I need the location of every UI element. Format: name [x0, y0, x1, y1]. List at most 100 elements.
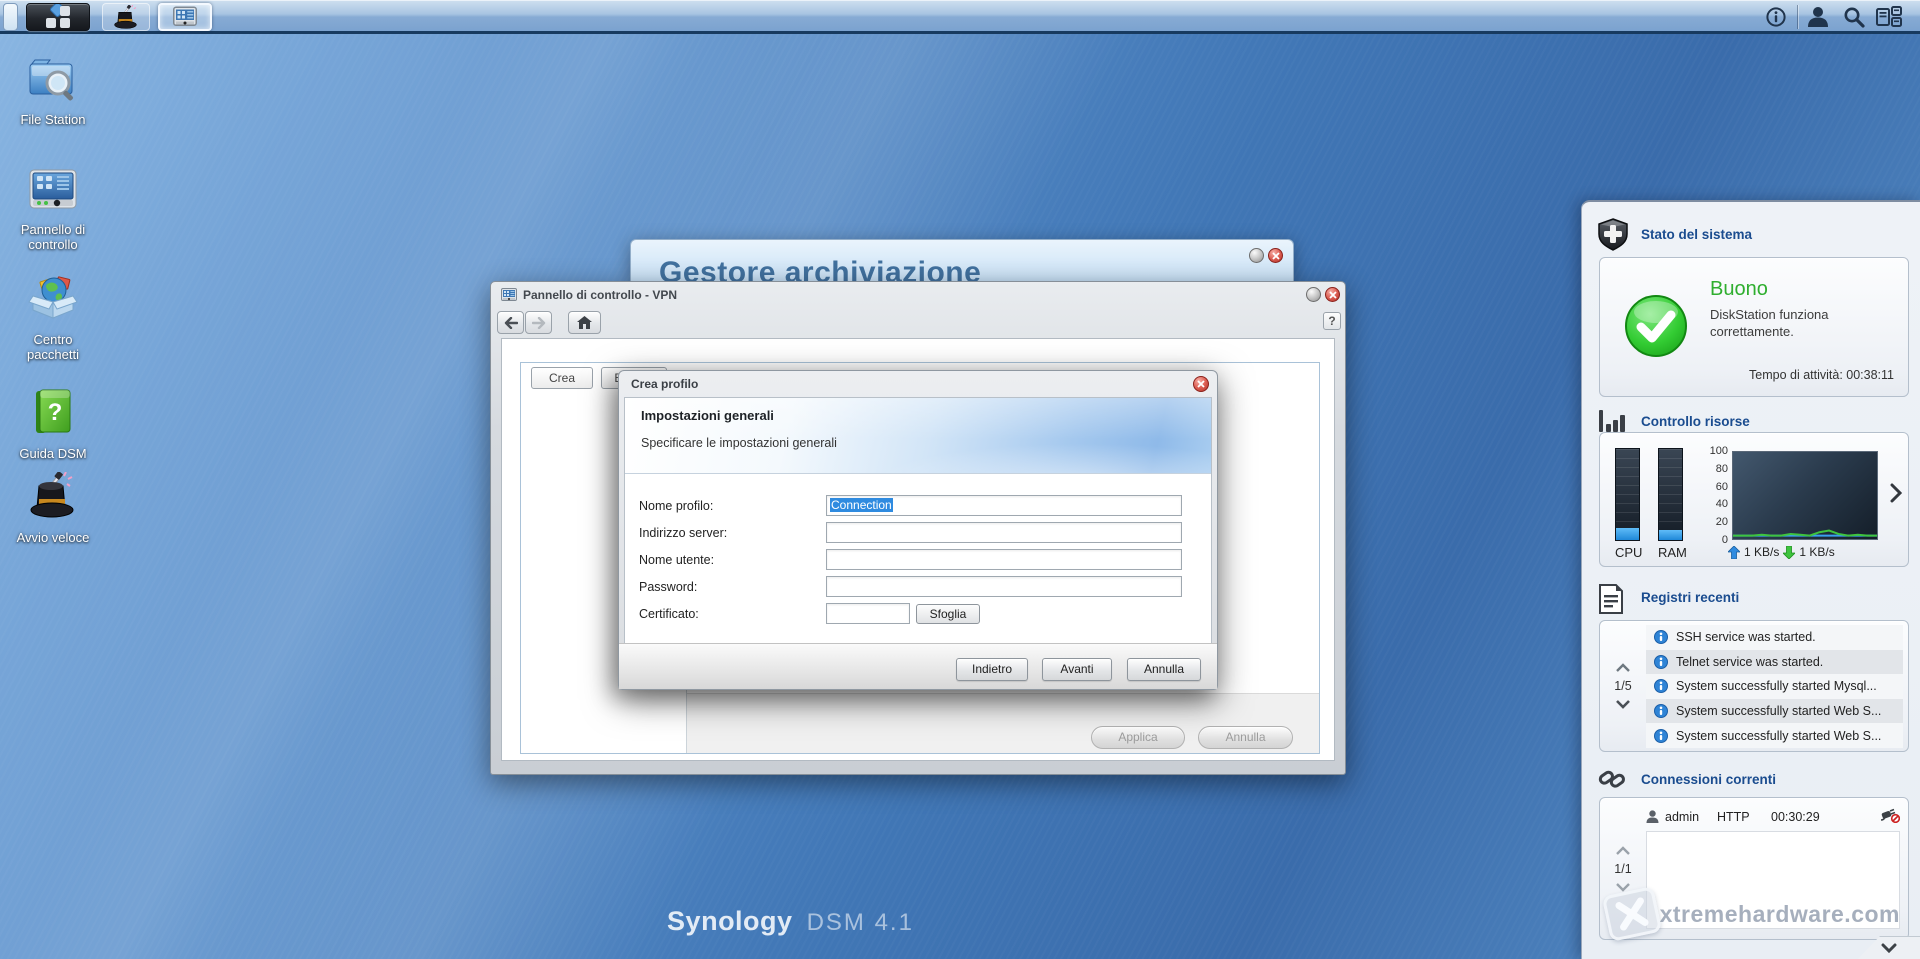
desktop-icon-label: Centro pacchetti	[26, 332, 80, 362]
user-icon	[1646, 810, 1659, 823]
chevron-up-icon[interactable]	[1616, 845, 1630, 855]
y-tick: 60	[1715, 480, 1728, 493]
resources-header: Controllo risorse	[1641, 414, 1750, 429]
cpu-label: CPU	[1615, 545, 1643, 560]
storage-manager-window[interactable]: Gestore archiviazione	[630, 239, 1294, 283]
pilot-view-icon[interactable]	[1876, 5, 1902, 29]
create-profile-dialog: Crea profilo Impostazioni generali Speci…	[618, 370, 1218, 690]
show-desktop-button[interactable]	[3, 3, 18, 31]
log-message: System successfully started Web S...	[1676, 704, 1882, 719]
taskbar-separator	[1797, 5, 1798, 29]
download-rate: 1 KB/s	[1799, 545, 1835, 559]
log-row[interactable]: Telnet service was started.	[1646, 649, 1903, 675]
dialog-header-band: Impostazioni generali Specificare le imp…	[625, 398, 1211, 474]
desktop-icon-file-station[interactable]: File Station	[7, 56, 99, 127]
file-station-icon	[7, 56, 99, 107]
main-menu-button[interactable]	[26, 3, 90, 31]
chevron-right-icon[interactable]	[1890, 483, 1903, 508]
log-row[interactable]: System successfully started Web S...	[1646, 698, 1903, 724]
close-icon[interactable]	[1268, 248, 1283, 263]
download-series-line	[1733, 531, 1877, 536]
control-panel-mini-icon	[173, 6, 197, 26]
desktop-icon-control-panel[interactable]: Pannello di controllo	[7, 166, 99, 252]
chevron-down-icon[interactable]	[1616, 700, 1630, 709]
desktop-icon-label: Pannello di controllo	[20, 222, 86, 252]
log-message: Telnet service was started.	[1676, 654, 1824, 669]
widget-panel: Stato del sistema Buono DiskStation funz…	[1581, 200, 1920, 959]
ram-label: RAM	[1658, 545, 1687, 560]
profile-name-label: Nome profilo:	[639, 499, 714, 513]
info-icon[interactable]	[1763, 5, 1789, 29]
cancel-button[interactable]: Annulla	[1198, 726, 1293, 749]
user-icon[interactable]	[1805, 5, 1831, 29]
certificate-label: Certificato:	[639, 607, 699, 621]
minimize-button[interactable]	[1249, 248, 1264, 263]
system-status-header: Stato del sistema	[1641, 227, 1753, 242]
certificate-input[interactable]	[826, 603, 910, 624]
selected-text: Connection	[830, 498, 893, 512]
home-button[interactable]	[568, 311, 601, 334]
browse-button[interactable]: Sfoglia	[916, 604, 980, 624]
info-icon	[1654, 728, 1668, 743]
log-message: System successfully started Web S...	[1676, 728, 1882, 743]
chevron-down-icon[interactable]	[1616, 882, 1630, 892]
resources-card: CPU RAM 100 80 60 40 20 0 1 KB/s 1 KB/s	[1599, 432, 1909, 567]
desktop: Synology DSM 4.1 File Station Pannello d…	[0, 0, 1920, 959]
info-icon	[1654, 654, 1668, 669]
desktop-icon-quick-start[interactable]: Avvio veloce	[7, 471, 99, 545]
connections-page-indicator: 1/1	[1614, 861, 1632, 876]
chevron-up-icon[interactable]	[1616, 663, 1630, 672]
log-row[interactable]: System successfully started Mysql...	[1646, 674, 1903, 699]
username-input[interactable]	[826, 549, 1182, 570]
main-menu-icon	[46, 4, 70, 28]
info-icon	[1654, 630, 1668, 645]
search-icon[interactable]	[1841, 5, 1867, 29]
connections-pager: 1/1	[1600, 798, 1646, 939]
connection-protocol: HTTP	[1717, 810, 1750, 824]
uptime-text: Tempo di attività: 00:38:11	[1749, 368, 1894, 382]
connection-row[interactable]: admin HTTP 00:30:29	[1646, 806, 1901, 828]
desktop-icon-package-center[interactable]: Centro pacchetti	[7, 274, 99, 362]
storage-manager-title: Gestore archiviazione	[659, 256, 982, 283]
network-traffic-chart	[1732, 451, 1878, 540]
link-chain-icon	[1597, 764, 1627, 799]
info-icon	[1654, 704, 1668, 719]
profile-name-input[interactable]: Connection	[826, 495, 1182, 516]
server-address-input[interactable]	[826, 522, 1182, 543]
forward-button[interactable]	[525, 311, 552, 334]
disconnect-icon[interactable]	[1880, 808, 1901, 826]
dialog-cancel-button[interactable]: Annulla	[1127, 658, 1201, 681]
y-tick: 20	[1715, 516, 1728, 529]
connection-duration: 00:30:29	[1771, 810, 1820, 824]
apply-button[interactable]: Applica	[1091, 726, 1185, 749]
dialog-title: Crea profilo	[631, 377, 699, 391]
log-list: SSH service was started. Telnet service …	[1646, 625, 1903, 748]
server-address-label: Indirizzo server:	[639, 526, 728, 540]
username-label: Nome utente:	[639, 553, 715, 567]
desktop-icon-label: Avvio veloce	[16, 530, 90, 545]
cpu-meter-fill	[1616, 528, 1639, 540]
minimize-button[interactable]	[1306, 287, 1321, 302]
control-panel-task-button[interactable]	[158, 3, 212, 31]
upload-rate: 1 KB/s	[1744, 545, 1780, 559]
log-row[interactable]: System successfully started Web S...	[1646, 723, 1903, 748]
log-row[interactable]: SSH service was started.	[1646, 625, 1903, 650]
status-value: Buono	[1710, 278, 1768, 300]
next-step-button[interactable]: Avanti	[1042, 658, 1112, 681]
dialog-subheading: Specificare le impostazioni generali	[641, 436, 837, 450]
connection-list-body	[1646, 831, 1900, 929]
vpn-titlebar[interactable]: Pannello di controllo - VPN	[491, 282, 1345, 308]
desktop-icon-dsm-help[interactable]: ? Guida DSM	[7, 388, 99, 461]
ram-meter-fill	[1659, 530, 1682, 540]
close-icon[interactable]	[1193, 376, 1209, 392]
quick-launch-button[interactable]	[102, 3, 150, 31]
back-step-button[interactable]: Indietro	[956, 658, 1028, 681]
dsm-help-icon: ?	[7, 388, 99, 441]
close-icon[interactable]	[1325, 287, 1340, 302]
back-button[interactable]	[497, 311, 524, 334]
help-button[interactable]: ?	[1323, 312, 1341, 330]
password-input[interactable]	[826, 576, 1182, 597]
create-button[interactable]: Crea	[531, 367, 593, 389]
dialog-titlebar[interactable]: Crea profilo	[619, 371, 1217, 397]
status-description: DiskStation funziona correttamente.	[1710, 307, 1829, 339]
